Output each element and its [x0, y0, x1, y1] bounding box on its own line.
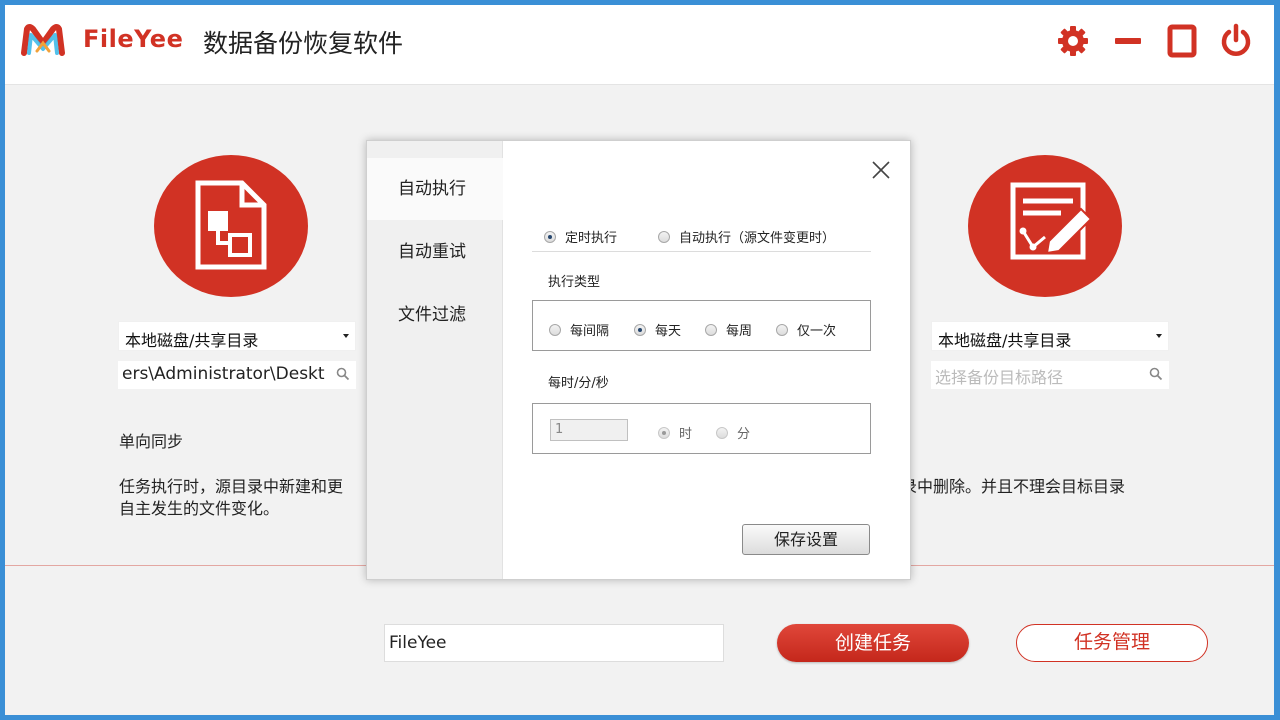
close-icon[interactable]: [870, 159, 892, 181]
radio-daily[interactable]: 每天: [634, 320, 681, 339]
target-circle[interactable]: [968, 155, 1122, 297]
time-unit-label: 每时/分/秒: [548, 372, 609, 391]
radio-label: 分: [737, 423, 750, 442]
radio-label: 自动执行（源文件变更时）: [679, 227, 835, 246]
source-type-select[interactable]: 本地磁盘/共享目录: [118, 321, 356, 351]
radio-label: 每天: [655, 320, 681, 339]
app-title: 数据备份恢复软件: [203, 24, 403, 60]
radio-minute[interactable]: 分: [716, 423, 750, 442]
tab-file-filter[interactable]: 文件过滤: [367, 284, 503, 346]
radio-dot-checked: [658, 427, 670, 439]
radio-interval[interactable]: 每间隔: [549, 320, 609, 339]
auto-exec-settings-dialog: 自动执行 自动重试 文件过滤 定时执行 自动执行（源文件变更时） 执行类型 每间…: [366, 140, 911, 580]
target-type-value: 本地磁盘/共享目录: [938, 331, 1071, 350]
title-bar: FileYee 数据备份恢复软件: [5, 5, 1274, 85]
time-value: 1: [555, 422, 563, 437]
tab-auto-retry[interactable]: 自动重试: [367, 221, 503, 283]
minimize-icon[interactable]: [1110, 23, 1146, 59]
create-task-button[interactable]: 创建任务: [777, 624, 969, 662]
save-settings-button[interactable]: 保存设置: [742, 524, 870, 555]
maximize-icon[interactable]: [1164, 23, 1200, 59]
search-icon[interactable]: [336, 367, 350, 381]
radio-label: 每周: [726, 320, 752, 339]
radio-dot-checked: [544, 231, 556, 243]
time-value-input[interactable]: 1: [550, 419, 628, 441]
settings-gear-icon[interactable]: [1055, 23, 1091, 59]
sync-mode-title: 单向同步: [119, 431, 183, 453]
radio-dot: [658, 231, 670, 243]
radio-dot: [716, 427, 728, 439]
options-divider: [532, 251, 871, 252]
target-type-select[interactable]: 本地磁盘/共享目录: [931, 321, 1169, 351]
radio-label: 仅一次: [797, 320, 836, 339]
radio-dot: [705, 324, 717, 336]
power-close-icon[interactable]: [1218, 23, 1254, 59]
task-name-input[interactable]: FileYee: [384, 624, 724, 662]
radio-dot: [776, 324, 788, 336]
radio-hour[interactable]: 时: [658, 423, 692, 442]
exec-type-group: 每间隔 每天 每周 仅一次: [532, 300, 871, 351]
sync-mode-desc-left: 任务执行时，源目录中新建和更: [119, 476, 343, 498]
source-circle[interactable]: [154, 155, 308, 297]
task-name-value: FileYee: [389, 633, 447, 653]
radio-dot: [549, 324, 561, 336]
radio-once[interactable]: 仅一次: [776, 320, 836, 339]
radio-auto-exec-on-change[interactable]: 自动执行（源文件变更时）: [658, 227, 835, 246]
app-window: FileYee 数据备份恢复软件: [5, 5, 1274, 715]
chevron-down-icon: [1156, 334, 1162, 338]
radio-scheduled-exec[interactable]: 定时执行: [544, 227, 617, 246]
radio-label: 每间隔: [570, 320, 609, 339]
task-manage-button[interactable]: 任务管理: [1016, 624, 1208, 662]
search-icon[interactable]: [1149, 367, 1163, 381]
radio-weekly[interactable]: 每周: [705, 320, 752, 339]
chevron-down-icon: [343, 334, 349, 338]
target-path-input[interactable]: 选择备份目标路径: [931, 361, 1169, 389]
fileyee-logo-icon: [21, 23, 65, 59]
source-file-icon: [194, 179, 268, 271]
source-path-value: ers\Administrator\Deskt: [122, 364, 325, 384]
radio-dot-checked: [634, 324, 646, 336]
radio-label: 时: [679, 423, 692, 442]
radio-label: 定时执行: [565, 227, 617, 246]
brand-name: FileYee: [83, 25, 183, 53]
exec-type-label: 执行类型: [548, 271, 600, 290]
tab-auto-execute[interactable]: 自动执行: [367, 158, 503, 220]
source-type-value: 本地磁盘/共享目录: [125, 331, 258, 350]
sync-mode-desc-line2: 自主发生的文件变化。: [119, 498, 279, 520]
source-path-input[interactable]: ers\Administrator\Deskt: [118, 361, 356, 389]
target-edit-icon: [1001, 179, 1097, 271]
dialog-sidebar: 自动执行 自动重试 文件过滤: [367, 141, 503, 579]
target-path-placeholder: 选择备份目标路径: [935, 368, 1063, 387]
sync-mode-desc-right: 录中删除。并且不理会目标目录: [901, 476, 1125, 498]
